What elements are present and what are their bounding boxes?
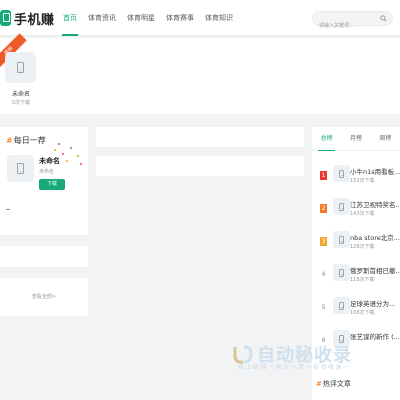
daily-app-thumbnail[interactable] <box>7 155 34 182</box>
confetti-dot <box>80 163 82 165</box>
rank-number-badge: 2 <box>320 204 327 213</box>
phone-icon <box>339 268 344 277</box>
phone-icon <box>339 169 344 178</box>
confetti-dot <box>70 147 72 149</box>
nav-item-sports-events[interactable]: 体育赛事 <box>161 0 199 36</box>
main-nav: 首页 体育资讯 体育明星 体育赛事 体育知识 <box>58 0 239 36</box>
tab-week[interactable]: 周榜 <box>371 127 400 150</box>
app-thumbnail[interactable] <box>5 52 36 83</box>
nav-item-sports-news[interactable]: 体育资讯 <box>83 0 121 36</box>
ranking-tabs: 总榜 月榜 周榜 <box>312 127 400 151</box>
daily-app-name[interactable]: 未命名 <box>39 156 60 166</box>
nav-item-sports-stars[interactable]: 体育明星 <box>122 0 160 36</box>
confetti-dot <box>58 143 60 145</box>
view-all-link[interactable]: 查看全部> <box>0 293 88 300</box>
daily-recommend-title: #每日一荐 <box>6 135 46 146</box>
rank-download-count: 118次下载 <box>350 277 375 283</box>
ranking-item[interactable]: 4 俄罗斯首相已撤... 118次下载 <box>312 262 400 292</box>
rank-app-thumbnail[interactable] <box>333 264 350 281</box>
ranking-item[interactable]: 5 足球英语分为... 106次下载 <box>312 295 400 325</box>
rank-number-badge: 5 <box>321 304 326 311</box>
view-all-box: 查看全部> <box>0 278 88 316</box>
site-header: 手机赚 首页 体育资讯 体育明星 体育赛事 体育知识 <box>0 0 400 36</box>
app-name[interactable]: 未命名 <box>0 89 42 98</box>
rank-number-badge: 3 <box>320 237 327 246</box>
search-icon[interactable] <box>380 15 387 22</box>
daily-app-subtitle: 未命名 <box>39 169 55 175</box>
rank-app-thumbnail[interactable] <box>333 231 350 248</box>
hot-comments-title: #热评文章 <box>316 379 351 389</box>
rank-app-name[interactable]: 江苏卫视特奖名... <box>350 199 400 209</box>
nav-item-sports-knowledge[interactable]: 体育知识 <box>200 0 238 36</box>
app-download-count: 0次下载 <box>11 100 31 106</box>
rank-app-thumbnail[interactable] <box>333 198 350 215</box>
rank-app-thumbnail[interactable] <box>333 297 350 314</box>
ranking-item[interactable]: 3 nba store北京... 128次下载 <box>312 229 400 259</box>
search-box <box>312 11 393 33</box>
hot-comments-label: 热评文章 <box>322 380 351 388</box>
rank-download-count: 143次下载 <box>350 211 375 217</box>
rank-app-name[interactable]: nba store北京... <box>350 232 400 242</box>
daily-recommend-label: 每日一荐 <box>13 136 46 145</box>
rank-number-badge: 4 <box>321 271 326 278</box>
daily-recommend-card: #每日一荐 未命名 未命名 下载 <box>0 127 88 235</box>
phone-icon <box>339 301 344 310</box>
rank-app-name[interactable]: 小牛n1s用看板... <box>350 166 400 176</box>
rank-app-name[interactable]: 俄罗斯首相已撤... <box>350 265 400 275</box>
latest-apps-strip: 最新 未命名 0次下载 <box>0 33 400 114</box>
search-input[interactable] <box>313 19 375 33</box>
phone-icon <box>17 163 24 174</box>
logo-phone-icon <box>0 10 11 26</box>
sidebar-block <box>0 246 88 267</box>
site-logo[interactable]: 手机赚 <box>0 8 55 28</box>
tab-total[interactable]: 总榜 <box>312 127 341 151</box>
confetti-dot <box>66 160 68 162</box>
rank-download-count: 152次下载 <box>350 178 375 184</box>
download-button[interactable]: 下载 <box>39 179 65 190</box>
confetti-dot <box>54 149 56 151</box>
confetti-dot <box>77 155 79 157</box>
ranking-item[interactable]: 2 江苏卫视特奖名... 143次下载 <box>312 196 400 226</box>
hash-icon: # <box>6 136 13 145</box>
rank-number-badge: 1 <box>320 171 327 180</box>
ranking-item[interactable]: 1 小牛n1s用看板... 152次下载 <box>312 163 400 193</box>
phone-icon <box>339 202 344 211</box>
divider <box>6 209 10 210</box>
rank-app-name[interactable]: 足球英语分为... <box>350 298 400 308</box>
phone-icon <box>339 235 344 244</box>
nav-item-home[interactable]: 首页 <box>58 0 82 36</box>
rank-download-count: 106次下载 <box>350 310 375 316</box>
rank-download-count: 128次下载 <box>350 244 375 250</box>
hash-icon: # <box>316 380 322 388</box>
watermark-subtitle: 做上线排一来访一次一自动收录一 <box>238 364 351 371</box>
content-block-1 <box>96 127 304 147</box>
rank-app-thumbnail[interactable] <box>333 165 350 182</box>
content-block-2 <box>96 156 304 176</box>
tab-month[interactable]: 月榜 <box>341 127 370 150</box>
phone-icon <box>17 62 24 73</box>
confetti-dot <box>62 153 64 155</box>
logo-text: 手机赚 <box>14 12 55 28</box>
